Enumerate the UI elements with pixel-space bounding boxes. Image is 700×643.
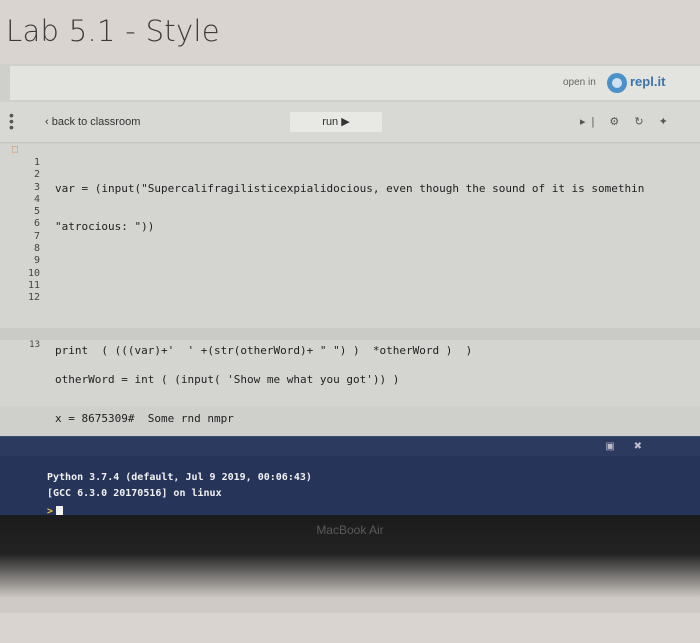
run-button[interactable]: run ▶ bbox=[290, 112, 382, 132]
console-output-line: [GCC 6.3.0 20170516] on linux bbox=[47, 488, 222, 499]
console-toolbar: ▣ ✖ bbox=[0, 436, 700, 457]
line-number: 3 bbox=[33, 181, 40, 193]
file-icon: ⬚ bbox=[12, 144, 19, 155]
line-number: 13 bbox=[29, 340, 40, 350]
line-number-gutter: 1 2 3 4 5 6 7 8 9 10 11 12 bbox=[22, 157, 40, 305]
replit-logo-icon[interactable] bbox=[607, 73, 627, 93]
line-number: 6 bbox=[33, 218, 40, 230]
replit-brand[interactable]: repl.it bbox=[630, 74, 665, 89]
code-editor[interactable]: ⬚ 1 2 3 4 5 6 7 8 9 10 11 12 13 var = (i… bbox=[0, 144, 700, 425]
line-number: 12 bbox=[27, 292, 40, 304]
menu-dots-icon[interactable]: • • • bbox=[9, 108, 15, 134]
code-line[interactable]: "atrocious: ")) bbox=[55, 221, 700, 233]
console-output-line: Python 3.7.4 (default, Jul 9 2019, 00:06… bbox=[47, 472, 312, 483]
code-line[interactable] bbox=[55, 298, 700, 310]
console-clear-icon[interactable]: ▣ ✖ bbox=[605, 441, 650, 452]
page-title: Lab 5.1 - Style bbox=[6, 14, 220, 48]
line-number: 2 bbox=[33, 169, 40, 181]
line-number: 4 bbox=[33, 193, 40, 205]
classroom-nav-bar: • • • ‹ back to classroom run ▶ ▸| ⚙ ↻ ✦ bbox=[0, 102, 700, 143]
line-number: 8 bbox=[33, 243, 40, 255]
line-number: 9 bbox=[33, 255, 40, 267]
code-line[interactable] bbox=[55, 260, 700, 272]
replit-screen: open in repl.it • • • ‹ back to classroom … bbox=[0, 64, 700, 580]
back-to-classroom-link[interactable]: ‹ back to classroom bbox=[45, 116, 140, 128]
code-line[interactable]: otherWord = int ( (input( 'Show me what … bbox=[55, 374, 700, 386]
toolbar-icons[interactable]: ▸| ⚙ ↻ ✦ bbox=[580, 115, 674, 128]
open-in-label[interactable]: open in bbox=[563, 77, 596, 88]
code-line-print[interactable]: print ( (((var)+' ' +(str(otherWord)+ " … bbox=[55, 344, 472, 357]
line-number: 1 bbox=[33, 157, 40, 168]
line-number: 7 bbox=[33, 230, 40, 242]
code-line[interactable]: var = (input("Supercalifragilisticexpial… bbox=[55, 183, 700, 195]
line-number: 5 bbox=[33, 206, 40, 218]
replit-top-bar: open in repl.it bbox=[10, 66, 700, 100]
line-number: 10 bbox=[27, 267, 40, 279]
line-number: 11 bbox=[27, 279, 40, 291]
laptop-brand: MacBook Air bbox=[316, 523, 384, 537]
code-line[interactable]: x = 8675309# Some rnd nmpr bbox=[55, 413, 700, 425]
